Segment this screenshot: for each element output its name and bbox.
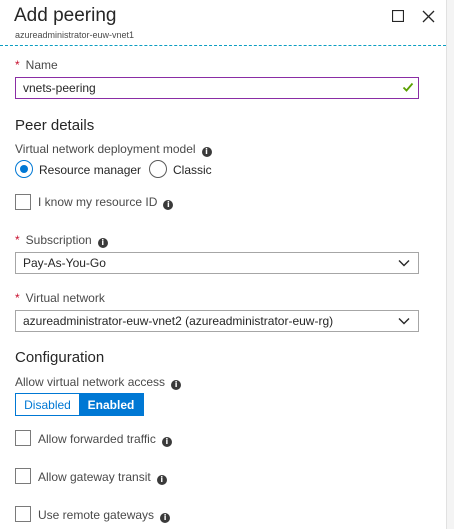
virtual-network-label: * Virtual network bbox=[15, 291, 105, 305]
network-access-label: Allow virtual network access i bbox=[15, 375, 182, 390]
maximize-icon bbox=[392, 10, 404, 22]
info-icon[interactable]: i bbox=[201, 147, 212, 157]
chevron-down-icon bbox=[398, 260, 410, 267]
name-input-value: vnets-peering bbox=[23, 81, 96, 95]
name-input[interactable]: vnets-peering bbox=[15, 77, 419, 99]
configuration-heading: Configuration bbox=[15, 349, 105, 366]
remote-gateways-label: Use remote gateways i bbox=[38, 508, 171, 523]
subscription-value: Pay-As-You-Go bbox=[23, 256, 106, 270]
peer-details-heading: Peer details bbox=[15, 117, 95, 134]
network-access-toggle[interactable]: Disabled Enabled bbox=[15, 393, 144, 416]
page-subtitle: azureadministrator-euw-vnet1 bbox=[15, 30, 135, 40]
subscription-dropdown[interactable]: Pay-As-You-Go bbox=[15, 252, 419, 274]
toggle-enabled[interactable]: Enabled bbox=[79, 394, 143, 415]
info-icon[interactable]: i bbox=[97, 238, 108, 248]
radio-resource-manager-label[interactable]: Resource manager bbox=[39, 163, 141, 177]
forwarded-traffic-label: Allow forwarded traffic i bbox=[38, 432, 172, 447]
virtual-network-value: azureadministrator-euw-vnet2 (azureadmin… bbox=[23, 314, 334, 328]
forwarded-traffic-checkbox[interactable] bbox=[15, 430, 31, 446]
subscription-label: * Subscription i bbox=[15, 233, 108, 248]
required-marker: * bbox=[15, 233, 20, 247]
resource-id-label: I know my resource ID i bbox=[38, 195, 174, 210]
required-marker: * bbox=[15, 58, 20, 72]
info-icon[interactable]: i bbox=[163, 200, 174, 210]
info-icon[interactable]: i bbox=[171, 380, 182, 390]
add-peering-blade: Add peering azureadministrator-euw-vnet1… bbox=[0, 0, 446, 529]
chevron-down-icon bbox=[398, 318, 410, 325]
gateway-transit-label: Allow gateway transit i bbox=[38, 470, 167, 485]
radio-classic[interactable] bbox=[149, 160, 167, 178]
maximize-button[interactable] bbox=[388, 6, 408, 26]
close-button[interactable] bbox=[418, 6, 438, 26]
close-icon bbox=[422, 10, 434, 22]
resource-id-checkbox[interactable] bbox=[15, 194, 31, 210]
name-label: * Name bbox=[15, 58, 58, 72]
required-marker: * bbox=[15, 291, 20, 305]
valid-check-icon bbox=[402, 82, 414, 92]
info-icon[interactable]: i bbox=[160, 513, 171, 523]
deployment-model-label: Virtual network deployment model i bbox=[15, 142, 212, 157]
remote-gateways-checkbox[interactable] bbox=[15, 506, 31, 522]
gateway-transit-checkbox[interactable] bbox=[15, 468, 31, 484]
radio-classic-label[interactable]: Classic bbox=[173, 163, 212, 177]
toggle-disabled[interactable]: Disabled bbox=[16, 394, 79, 415]
info-icon[interactable]: i bbox=[156, 475, 167, 485]
blade-header: Add peering azureadministrator-euw-vnet1 bbox=[0, 0, 446, 46]
info-icon[interactable]: i bbox=[161, 437, 172, 447]
radio-resource-manager[interactable] bbox=[15, 160, 33, 178]
page-title: Add peering bbox=[14, 5, 117, 26]
virtual-network-dropdown[interactable]: azureadministrator-euw-vnet2 (azureadmin… bbox=[15, 310, 419, 332]
blade-edge bbox=[446, 0, 454, 529]
